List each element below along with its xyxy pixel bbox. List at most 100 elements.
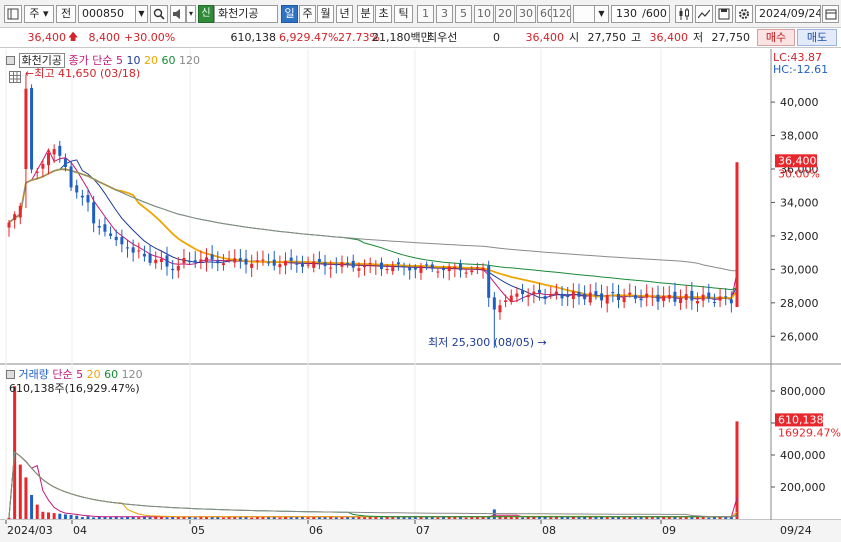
candle-body [244, 258, 248, 265]
interval-10[interactable]: 10 [474, 5, 494, 23]
candle-body [385, 269, 389, 271]
price-tick-label: 34,000 [780, 196, 819, 209]
price-volume-chart[interactable]: 40,00038,00036,00034,00032,00030,00028,0… [0, 49, 841, 542]
candle-body [300, 263, 304, 267]
count-input[interactable]: 130 [611, 5, 641, 23]
candle-body [566, 295, 570, 298]
candle-body [515, 293, 519, 297]
volume-ma-60-line [8, 451, 738, 518]
candle-body [537, 289, 541, 293]
volume-bar [707, 517, 711, 519]
candle-body [227, 259, 231, 261]
period-tick-button[interactable]: 틱 [394, 5, 413, 23]
priority-label: 최우선 [427, 31, 458, 44]
candle-body [679, 298, 683, 303]
candle-body [250, 263, 254, 268]
candle-body [430, 264, 434, 269]
candle-body [492, 297, 496, 310]
candle-body [340, 262, 344, 267]
indicator-icon[interactable] [695, 5, 713, 23]
volume-bar [521, 517, 525, 519]
interval-1[interactable]: 1 [417, 5, 434, 23]
speaker-dropdown-icon[interactable]: ▾ [186, 5, 196, 23]
candle-body [600, 293, 604, 301]
candle-body [137, 250, 141, 252]
low-label: 저 [693, 31, 704, 44]
volume-bar [278, 517, 282, 519]
candle-body [63, 158, 67, 168]
volume-bar [221, 517, 225, 519]
interval-120[interactable]: 120 [551, 5, 571, 23]
volume-bar [351, 517, 355, 519]
candle-body [487, 265, 491, 298]
calendar-icon[interactable] [822, 5, 839, 23]
prev-button[interactable]: 전 [56, 5, 76, 23]
candle-body [413, 267, 417, 270]
code-input[interactable]: 000850 [78, 5, 136, 23]
volume-bar [35, 504, 39, 519]
candle-body [588, 292, 592, 303]
candle-body [238, 258, 242, 262]
candle-body [289, 257, 293, 261]
current-price-tag-text: 36,400 [778, 154, 817, 167]
price-tick-label: 26,000 [780, 330, 819, 343]
interval-dropdown-icon[interactable]: ▼ [594, 5, 609, 23]
candle-body [549, 294, 553, 297]
volume-bar [577, 517, 581, 519]
volume-bar [30, 495, 34, 519]
save-icon[interactable] [715, 5, 733, 23]
speaker-icon[interactable] [170, 5, 186, 23]
candle-body [154, 259, 158, 264]
date-input[interactable]: 2024/09/24 [755, 5, 821, 23]
candle-body [419, 266, 423, 273]
sell-button[interactable]: 매도 [797, 29, 837, 46]
interval-3[interactable]: 3 [436, 5, 453, 23]
code-dropdown-icon[interactable]: ▼ [135, 5, 148, 23]
period-year-button[interactable]: 년 [336, 5, 353, 23]
period-minute-button[interactable]: 분 [357, 5, 374, 23]
candle-body [233, 258, 237, 263]
grid-table-icon[interactable] [9, 71, 21, 83]
chart-menu-icon[interactable] [4, 5, 22, 23]
buy-button[interactable]: 매수 [757, 29, 795, 46]
candle-body [639, 298, 643, 301]
volume-panel-menu-icon[interactable] [6, 370, 15, 379]
priority-value: 0 [493, 31, 500, 44]
search-icon[interactable] [150, 5, 168, 23]
volume-bar [408, 517, 412, 519]
candle-body [295, 263, 299, 265]
settings-gear-icon[interactable] [735, 5, 753, 23]
interval-20[interactable]: 20 [495, 5, 515, 23]
volume-bar [537, 517, 541, 519]
period-second-button[interactable]: 초 [375, 5, 392, 23]
market-select[interactable]: 주 ▾ [24, 5, 54, 23]
candle-body [86, 195, 90, 203]
candle-type-icon[interactable] [675, 5, 693, 23]
period-day-button[interactable]: 일 [281, 5, 298, 23]
volume-bar [679, 517, 683, 519]
current-date-label: 09/24 [780, 524, 812, 537]
chart-area: 40,000 38,000 36,000 34,000 32,000 30,000 28,0… [0, 49, 841, 542]
panel-menu-icon[interactable] [6, 56, 15, 65]
volume-ma-120-line [8, 451, 738, 518]
volume-bar [47, 512, 51, 519]
quote-bar: 36,400 🡅 8,400 +30.00% 610,138 6,929.47%… [0, 28, 841, 48]
volume-bar [58, 513, 62, 519]
candle-body [577, 291, 581, 297]
candle-body [131, 247, 135, 253]
candle-body [171, 268, 175, 271]
interval-30[interactable]: 30 [516, 5, 536, 23]
price-ma-60: 60 [161, 54, 176, 67]
volume-bar [148, 517, 152, 519]
period-week-button[interactable]: 주 [299, 5, 316, 23]
month-label: 09 [662, 524, 676, 537]
candle-body [272, 259, 276, 266]
volume-bar [594, 517, 598, 519]
candle-body [210, 254, 214, 260]
volume-bar [605, 517, 609, 519]
period-month-button[interactable]: 월 [317, 5, 334, 23]
interval-5[interactable]: 5 [455, 5, 472, 23]
candle-body [13, 214, 17, 221]
volume-bar [41, 511, 45, 519]
candle-body [255, 260, 259, 262]
